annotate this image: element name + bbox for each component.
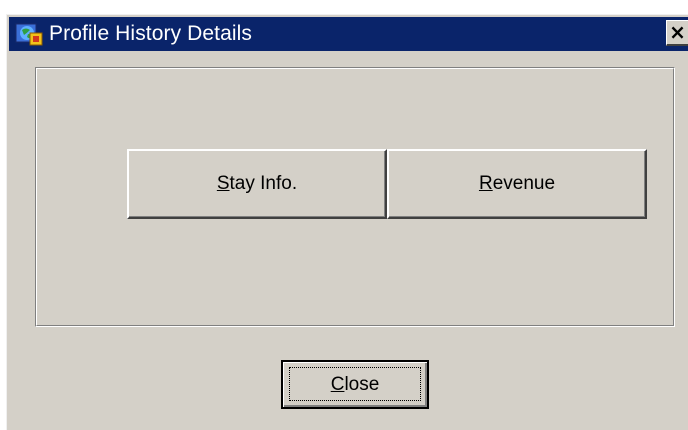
title-bar[interactable]: Profile History Details × bbox=[9, 17, 688, 51]
revenue-label-rest: evenue bbox=[492, 173, 556, 194]
revenue-label: Revenue bbox=[479, 173, 555, 195]
screen: Profile History Details × Stay Info. Rev… bbox=[0, 0, 688, 430]
app-globe-icon bbox=[15, 23, 43, 46]
history-group-panel: Stay Info. Revenue bbox=[35, 67, 675, 327]
close-button[interactable]: Close bbox=[281, 360, 429, 409]
window-title: Profile History Details bbox=[49, 22, 253, 45]
stay-info-label: Stay Info. bbox=[217, 173, 297, 195]
stay-info-mnemonic: S bbox=[216, 173, 230, 194]
close-label-rest: lose bbox=[344, 373, 380, 395]
stay-info-label-rest: tay Info. bbox=[229, 173, 298, 194]
revenue-mnemonic: R bbox=[478, 173, 493, 194]
dialog-window: Profile History Details × Stay Info. Rev… bbox=[6, 14, 688, 430]
close-icon: × bbox=[669, 20, 686, 44]
group-panel-inner: Stay Info. Revenue bbox=[36, 68, 674, 326]
close-mnemonic: C bbox=[330, 373, 345, 395]
revenue-button[interactable]: Revenue bbox=[387, 149, 647, 219]
close-label: Close bbox=[331, 374, 380, 396]
close-window-button[interactable]: × bbox=[666, 20, 688, 46]
stay-info-button[interactable]: Stay Info. bbox=[127, 149, 387, 219]
